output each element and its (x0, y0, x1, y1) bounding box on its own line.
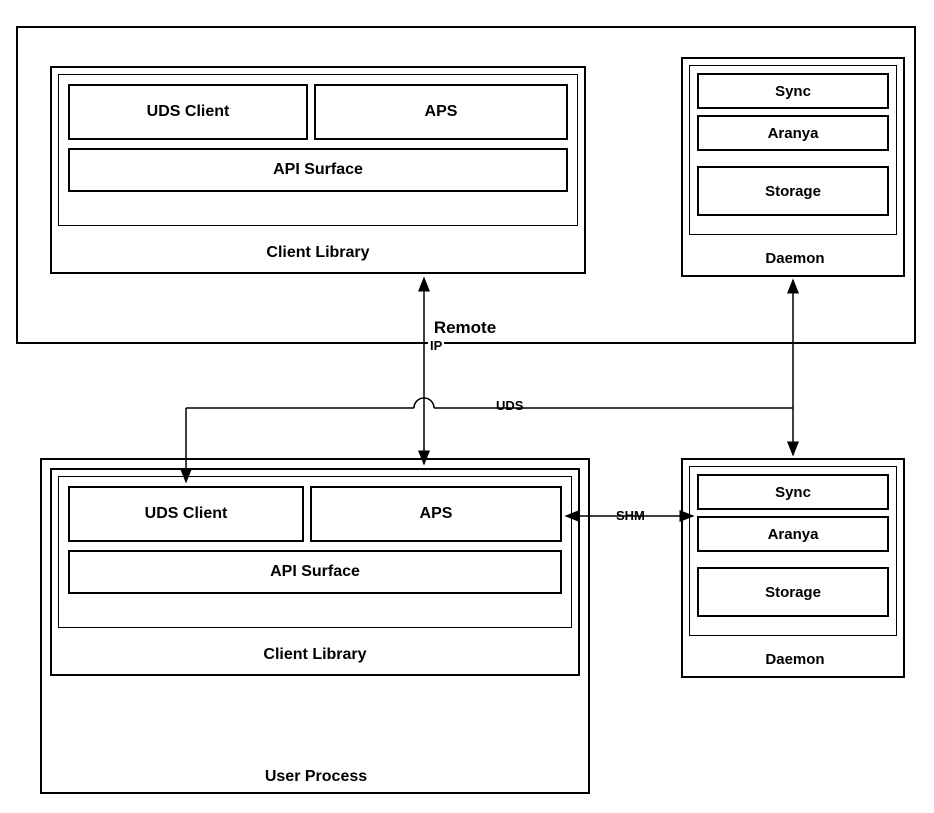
ip-label: IP (428, 338, 444, 353)
shm-label: SHM (614, 508, 647, 523)
remote-client-library-title: Client Library (218, 244, 418, 262)
remote-sync: Sync (697, 73, 889, 109)
bottom-aranya: Aranya (697, 516, 889, 552)
up-aps: APS (310, 486, 562, 542)
up-uds-client: UDS Client (68, 486, 304, 542)
remote-aranya: Aranya (697, 115, 889, 151)
up-api-surface: API Surface (68, 550, 562, 594)
remote-daemon-title: Daemon (740, 250, 850, 267)
uds-label: UDS (494, 398, 525, 413)
bottom-storage: Storage (697, 567, 889, 617)
remote-aps: APS (314, 84, 568, 140)
remote-uds-client: UDS Client (68, 84, 308, 140)
bottom-daemon-title: Daemon (740, 651, 850, 668)
remote-api-surface: API Surface (68, 148, 568, 192)
remote-storage: Storage (697, 166, 889, 216)
up-client-library-title: Client Library (215, 646, 415, 664)
remote-title: Remote (390, 318, 540, 338)
bottom-sync: Sync (697, 474, 889, 510)
user-process-title: User Process (216, 768, 416, 786)
